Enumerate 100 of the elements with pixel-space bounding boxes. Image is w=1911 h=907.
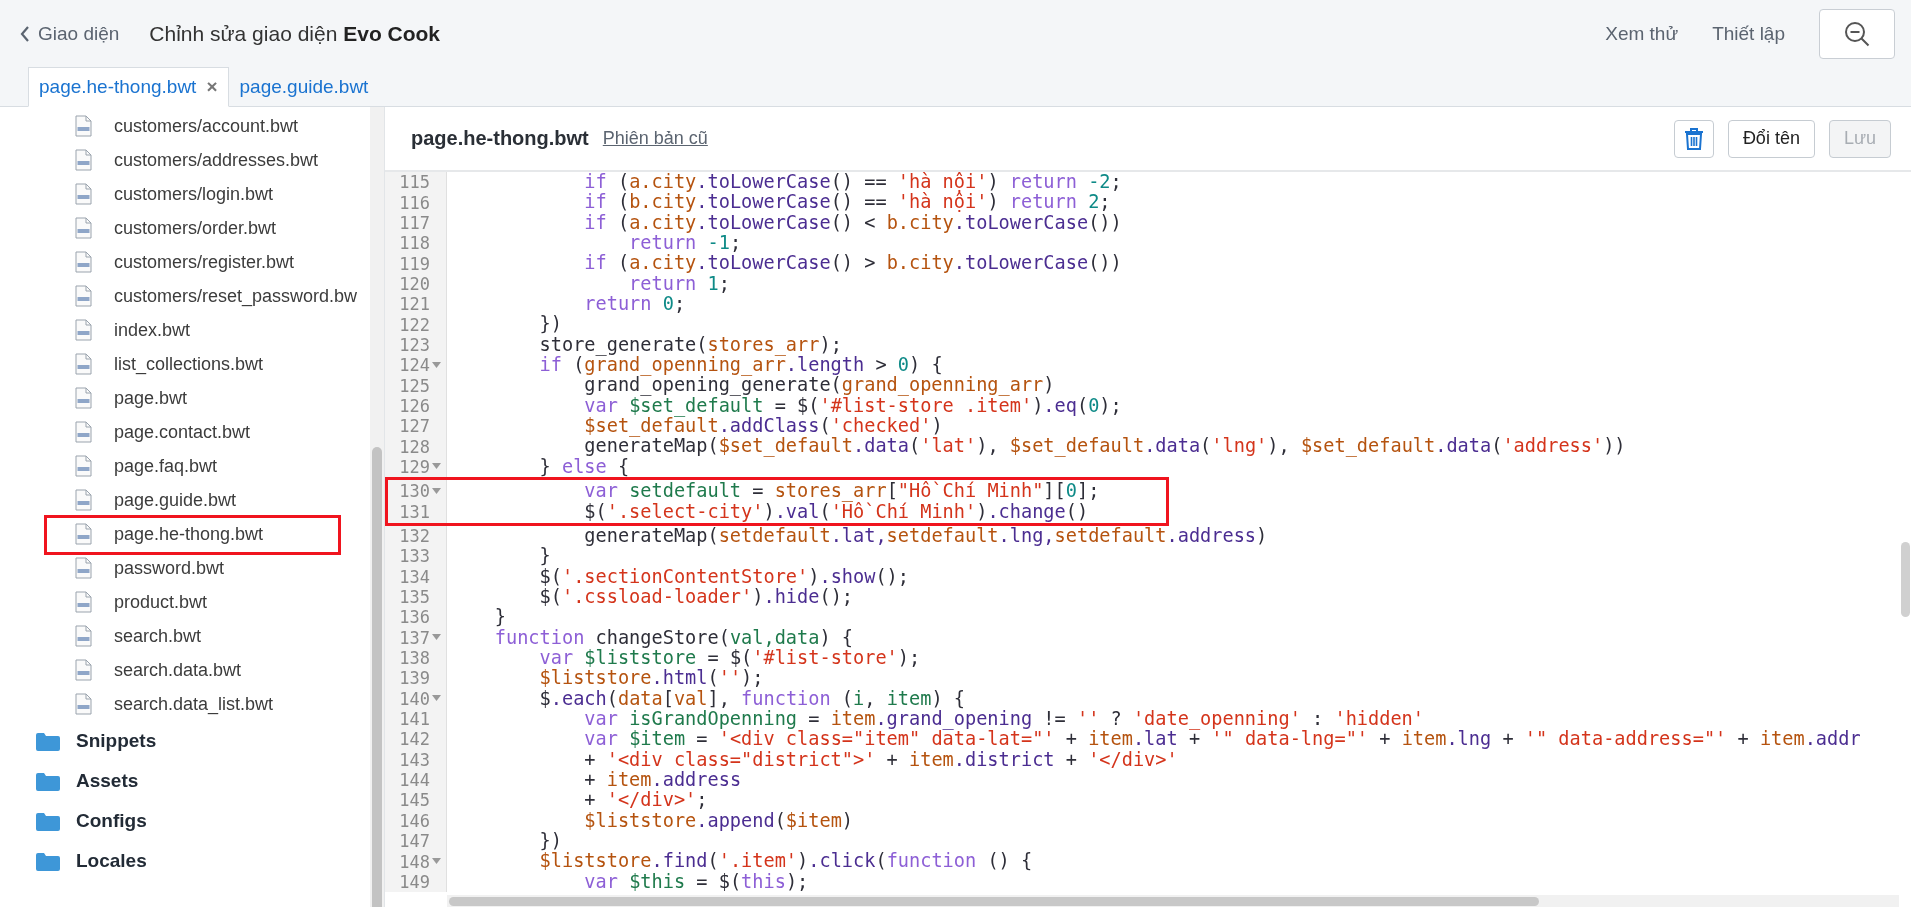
code-line: if (a.city.toLowerCase() == 'hà nội') return -2; xyxy=(583,172,1122,193)
header-link[interactable]: Thiết lập xyxy=(1712,22,1785,45)
file-title: page.he-thong.bwt xyxy=(411,127,589,150)
file-name: customers/reset_password.bw xyxy=(114,285,358,307)
line-number: 137 xyxy=(399,627,430,648)
file-item[interactable]: customers/account.bwt xyxy=(0,109,370,143)
line-number: 146 xyxy=(399,810,430,831)
file-item[interactable]: password.bwt xyxy=(0,551,370,585)
header-link[interactable]: Xem thử xyxy=(1605,22,1679,45)
file-item[interactable]: customers/reset_password.bw xyxy=(0,279,370,313)
file-item[interactable]: customers/register.bwt xyxy=(0,245,370,279)
file-item[interactable]: customers/addresses.bwt xyxy=(0,143,370,177)
folder-item[interactable]: Locales xyxy=(0,841,370,881)
file-item[interactable]: search.data.bwt xyxy=(0,653,370,687)
folder-name: Snippets xyxy=(76,730,157,752)
code-line: $liststore.find('.item').click(function () { xyxy=(538,851,1033,872)
file-name: page.guide.bwt xyxy=(114,489,237,511)
code-line: } xyxy=(493,607,506,628)
code-line: function changeStore(val,data) { xyxy=(493,627,854,648)
line-number: 145 xyxy=(399,790,430,811)
file-item[interactable]: page.faq.bwt xyxy=(0,449,370,483)
file-item[interactable]: search.data_list.bwt xyxy=(0,687,370,721)
fold-arrow-icon[interactable] xyxy=(432,695,441,703)
line-number: 124 xyxy=(399,355,430,376)
folder-item[interactable]: Configs xyxy=(0,801,370,841)
file-item[interactable]: page.bwt xyxy=(0,381,370,415)
fold-arrow-icon[interactable] xyxy=(432,858,441,865)
file-name: page.bwt xyxy=(114,387,188,409)
file-icon xyxy=(75,251,92,273)
chevron-left-icon xyxy=(20,25,30,42)
line-number: 119 xyxy=(399,253,430,274)
file-item[interactable]: page.contact.bwt xyxy=(0,415,370,449)
code-line: var $liststore = $('#list-store'); xyxy=(538,647,921,669)
fold-arrow-icon[interactable] xyxy=(432,361,441,369)
back-link[interactable]: Giao diện xyxy=(20,22,120,45)
file-icon xyxy=(75,659,92,681)
code-line: $('.sectionContentStore').show(); xyxy=(538,566,909,587)
line-number: 140 xyxy=(399,688,430,709)
line-number: 120 xyxy=(399,273,430,294)
file-item[interactable]: customers/order.bwt xyxy=(0,211,370,245)
line-number: 118 xyxy=(399,233,430,254)
code-line: grand_opening_generate(grand_openning_arr) xyxy=(583,375,1055,396)
line-number: 131 xyxy=(399,501,430,522)
scrollbar-thumb[interactable] xyxy=(1901,542,1910,617)
zoom-out-icon xyxy=(1843,19,1871,48)
scrollbar[interactable] xyxy=(370,107,384,907)
code-line: if (a.city.toLowerCase() < b.city.toLowerCase()) xyxy=(583,212,1122,234)
code-line: return -1; xyxy=(628,233,742,254)
file-name: customers/register.bwt xyxy=(114,251,295,273)
file-icon xyxy=(75,183,92,205)
fold-arrow-icon[interactable] xyxy=(432,463,441,471)
code-line: + '</div>'; xyxy=(583,790,708,811)
line-number: 125 xyxy=(399,375,430,396)
old-version-link[interactable]: Phiên bản cũ xyxy=(602,128,708,149)
line-number: 127 xyxy=(399,416,430,437)
zoom-out-button[interactable] xyxy=(1819,8,1895,59)
file-item[interactable]: index.bwt xyxy=(0,313,370,347)
file-item[interactable]: page.he-thong.bwt xyxy=(0,517,370,551)
scrollbar[interactable] xyxy=(447,895,1899,907)
file-name: page.faq.bwt xyxy=(114,455,218,477)
file-item[interactable]: page.guide.bwt xyxy=(0,483,370,517)
code-line: if (grand_openning_arr.length > 0) { xyxy=(538,355,943,376)
file-tab[interactable]: page.he-thong.bwt × xyxy=(28,67,229,107)
folder-item[interactable]: Assets xyxy=(0,761,370,801)
line-number: 148 xyxy=(399,851,430,872)
code-line: return 0; xyxy=(583,294,686,315)
folder-icon xyxy=(36,811,60,831)
file-icon xyxy=(75,455,92,477)
file-item[interactable]: list_collections.bwt xyxy=(0,347,370,381)
line-number: 136 xyxy=(399,607,430,628)
code-line: var $this = $(this); xyxy=(583,871,809,893)
code-line: if (b.city.toLowerCase() == 'hà nội') return 2; xyxy=(583,192,1111,213)
fold-arrow-icon[interactable] xyxy=(432,487,441,495)
rename-button[interactable]: Đổi tên xyxy=(1727,119,1815,158)
file-icon xyxy=(75,115,92,137)
scrollbar-thumb[interactable] xyxy=(449,897,1539,906)
file-icon xyxy=(75,217,92,239)
file-name: list_collections.bwt xyxy=(114,353,264,375)
close-tab-icon[interactable]: × xyxy=(206,76,218,98)
code-line: generateMap(setdefault.lat,setdefault.lng,setdefault.address) xyxy=(583,525,1268,547)
line-number: 117 xyxy=(399,212,430,233)
file-item[interactable]: customers/login.bwt xyxy=(0,177,370,211)
file-item[interactable]: search.bwt xyxy=(0,619,370,653)
line-number: 133 xyxy=(399,546,430,567)
file-tab[interactable]: page.guide.bwt xyxy=(228,67,380,107)
file-icon xyxy=(75,319,92,341)
code-line: $.each(data[val], function (i, item) { xyxy=(538,688,966,709)
code-line: generateMap($set_default.data('lat'), $set_default.data('lng'), $set_default.data('address')) xyxy=(583,436,1626,457)
file-name: customers/addresses.bwt xyxy=(114,149,319,171)
line-number: 123 xyxy=(399,334,430,355)
fold-arrow-icon[interactable] xyxy=(432,634,441,642)
code-line: }) xyxy=(538,314,562,335)
code-line: $liststore.html(''); xyxy=(538,668,764,689)
delete-button[interactable] xyxy=(1673,119,1714,158)
file-name: page.he-thong.bwt xyxy=(114,523,264,545)
file-name: search.data.bwt xyxy=(114,659,242,681)
scrollbar-thumb[interactable] xyxy=(372,447,382,907)
file-item[interactable]: product.bwt xyxy=(0,585,370,619)
code-line: var isGrandOpenning = item.grand_opening != '' ? 'date_openning' : 'hidden' xyxy=(583,708,1424,730)
folder-item[interactable]: Snippets xyxy=(0,721,370,761)
